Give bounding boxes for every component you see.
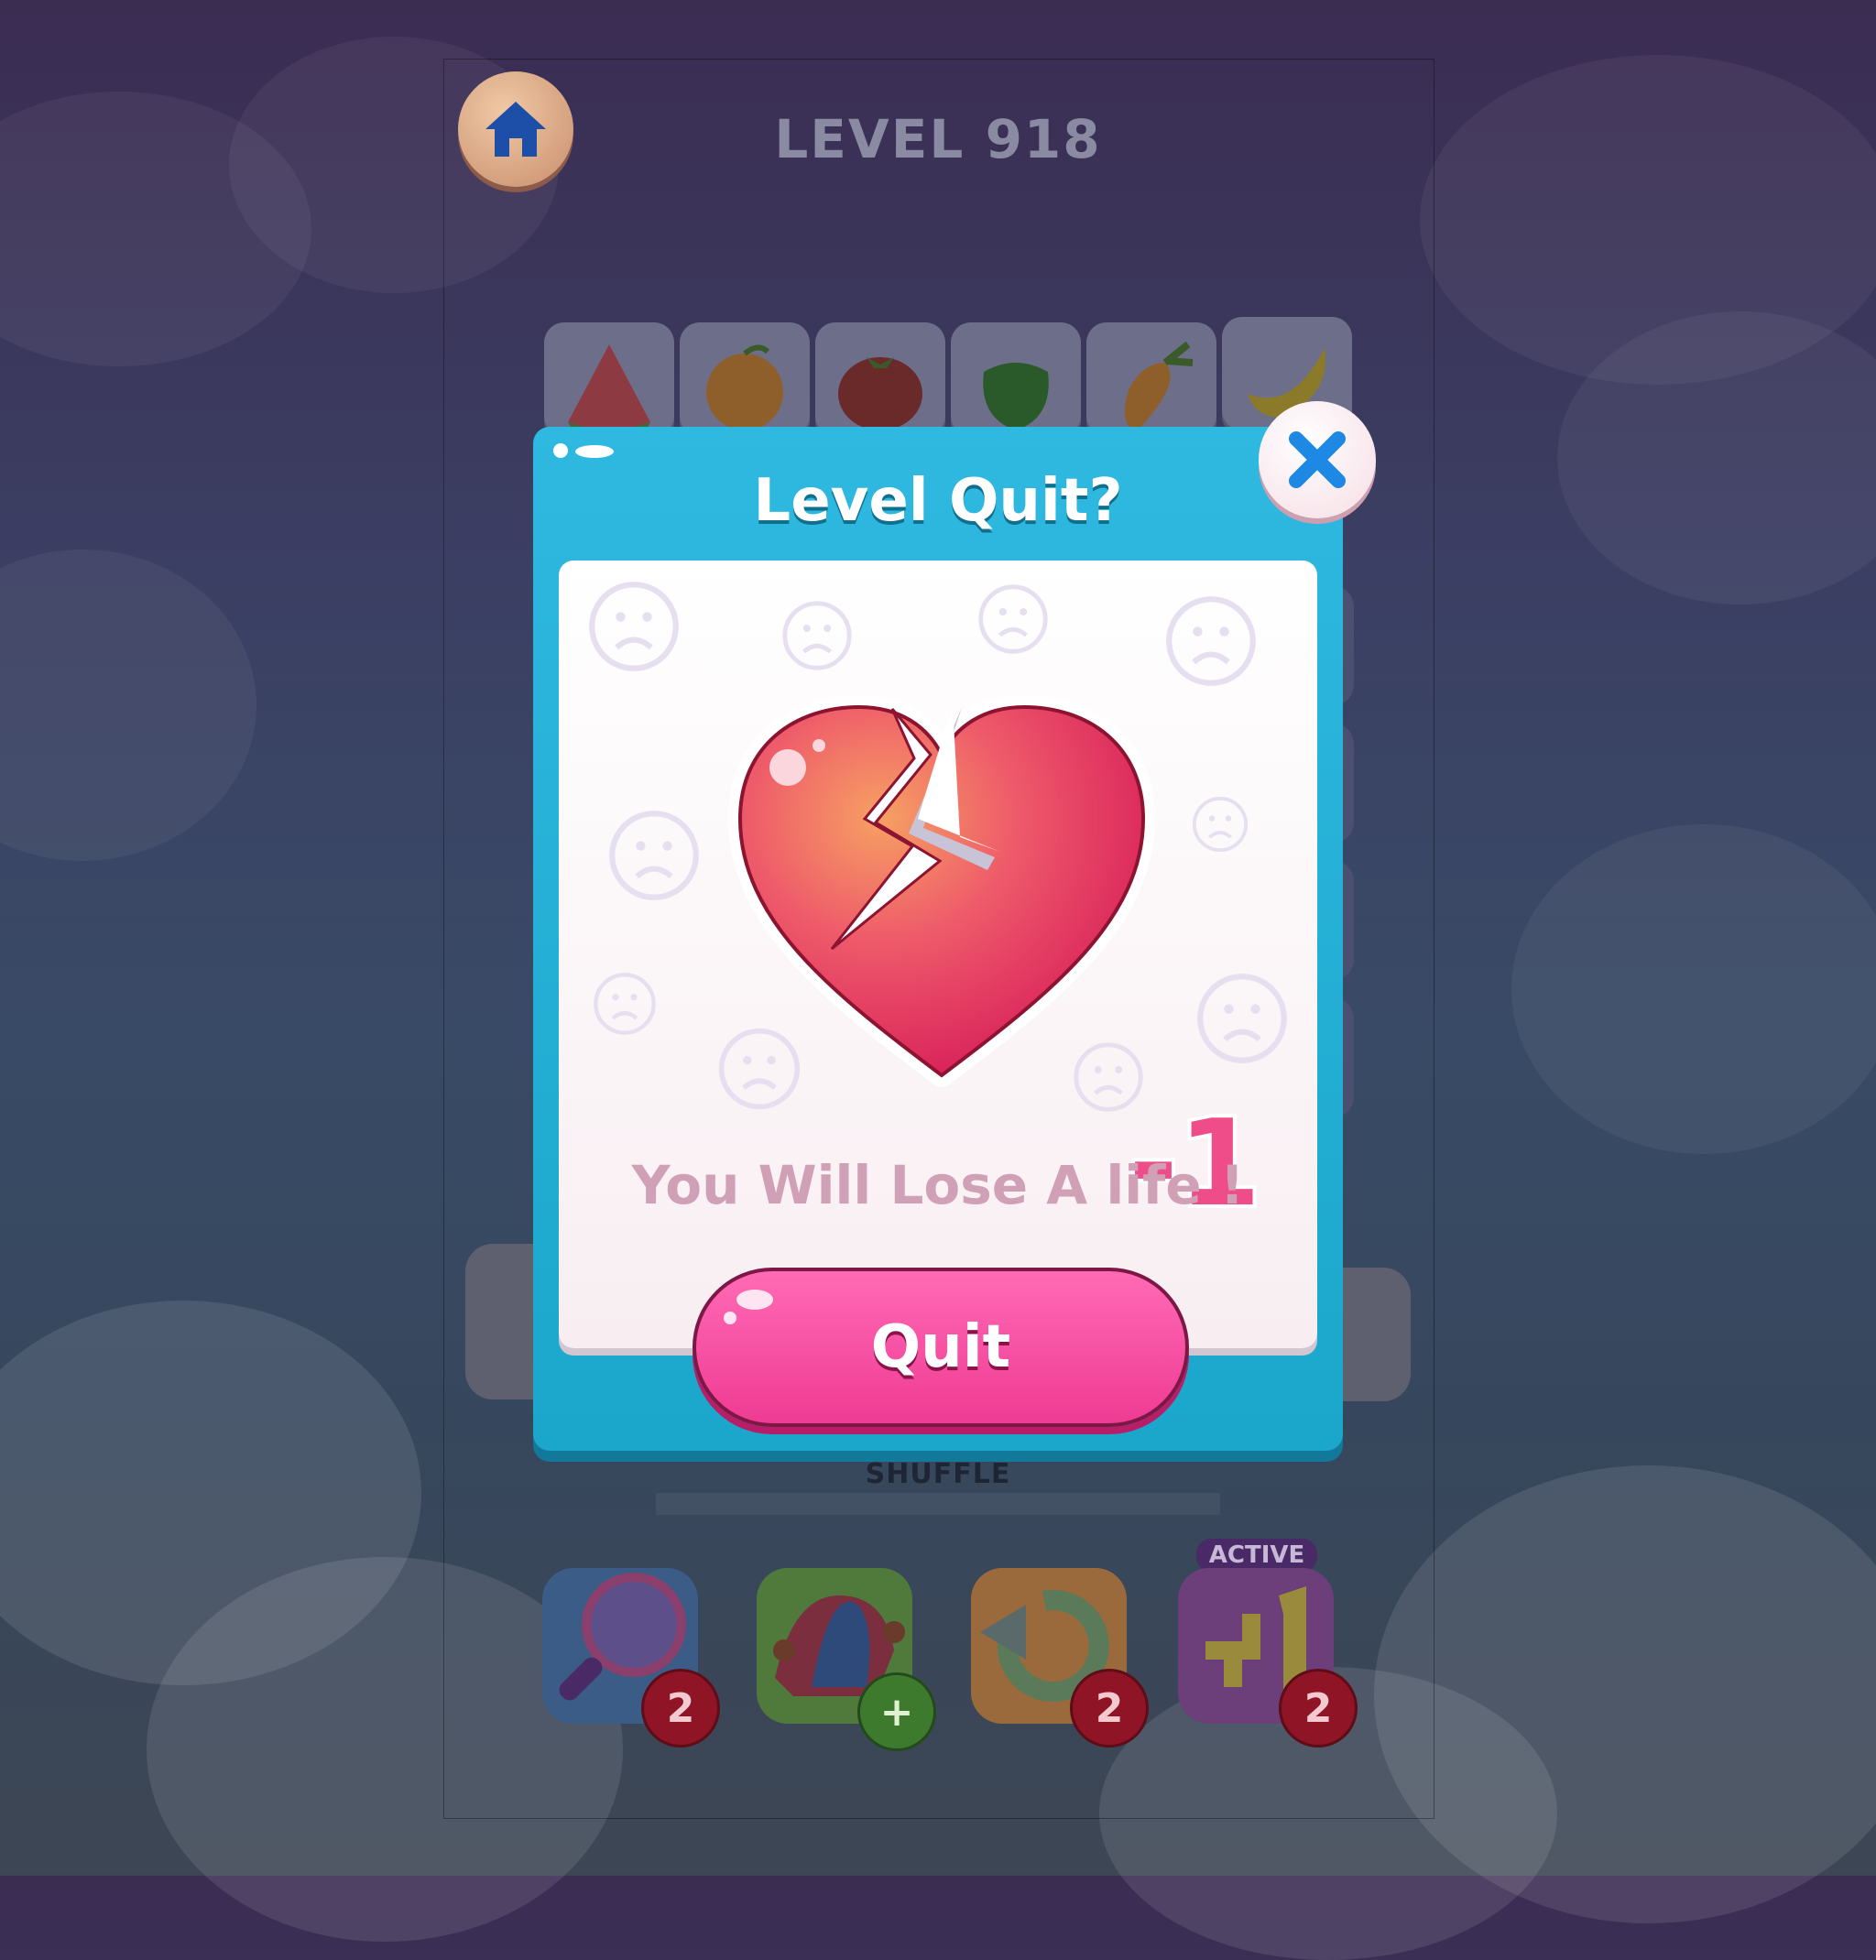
- sad-face-icon: [1166, 596, 1256, 686]
- close-icon: [1289, 431, 1346, 488]
- quit-button[interactable]: Quit: [693, 1268, 1189, 1427]
- tile-orange[interactable]: [680, 322, 810, 441]
- level-title: LEVEL 918: [774, 108, 1102, 170]
- broken-heart-icon: -1: [722, 691, 1264, 1236]
- booster-undo[interactable]: 2: [971, 1568, 1149, 1748]
- booster-joker[interactable]: +: [757, 1568, 936, 1751]
- tile-green-pepper[interactable]: [951, 322, 1081, 441]
- tomato-icon: [838, 357, 922, 430]
- sad-face-icon: [594, 973, 656, 1035]
- sad-face-icon: [609, 811, 699, 900]
- sad-face-icon: [978, 584, 1048, 654]
- orange-icon: [706, 344, 783, 430]
- modal-shine: [553, 443, 568, 458]
- sad-face-icon: [589, 582, 679, 671]
- tile-carrot[interactable]: [1086, 322, 1216, 441]
- watermelon-icon: [568, 344, 650, 435]
- booster-plus-one[interactable]: 2: [1178, 1568, 1358, 1748]
- sad-face-icon: [1197, 974, 1287, 1063]
- button-shine: [736, 1290, 773, 1310]
- sad-face-icon: [782, 601, 852, 670]
- close-button[interactable]: [1259, 401, 1376, 518]
- booster-count-badge: 2: [1070, 1669, 1149, 1748]
- booster-count-badge: 2: [641, 1669, 720, 1748]
- quit-label: Quit: [870, 1313, 1011, 1381]
- dialog-panel: -1 You Will Lose A life !: [559, 561, 1317, 1348]
- green-pepper-icon: [983, 363, 1049, 430]
- button-shine: [724, 1312, 736, 1324]
- sad-face-icon: [1192, 796, 1249, 853]
- shuffle-label[interactable]: SHUFFLE: [0, 1458, 1876, 1490]
- booster-add-badge: +: [857, 1672, 936, 1751]
- bar-glow: [656, 1493, 1220, 1515]
- tile-watermelon[interactable]: [544, 322, 674, 441]
- tile-tomato[interactable]: [815, 322, 945, 441]
- booster-magnifier[interactable]: 2: [542, 1568, 720, 1748]
- carrot-icon: [1124, 341, 1194, 430]
- active-tag: ACTIVE: [1196, 1539, 1317, 1572]
- warning-message: You Will Lose A life !: [631, 1154, 1245, 1216]
- booster-count-badge: 2: [1279, 1669, 1358, 1748]
- slot-tray-right: [1337, 1268, 1411, 1401]
- modal-shine: [575, 445, 614, 458]
- dialog-title: Level Quit?: [753, 467, 1123, 535]
